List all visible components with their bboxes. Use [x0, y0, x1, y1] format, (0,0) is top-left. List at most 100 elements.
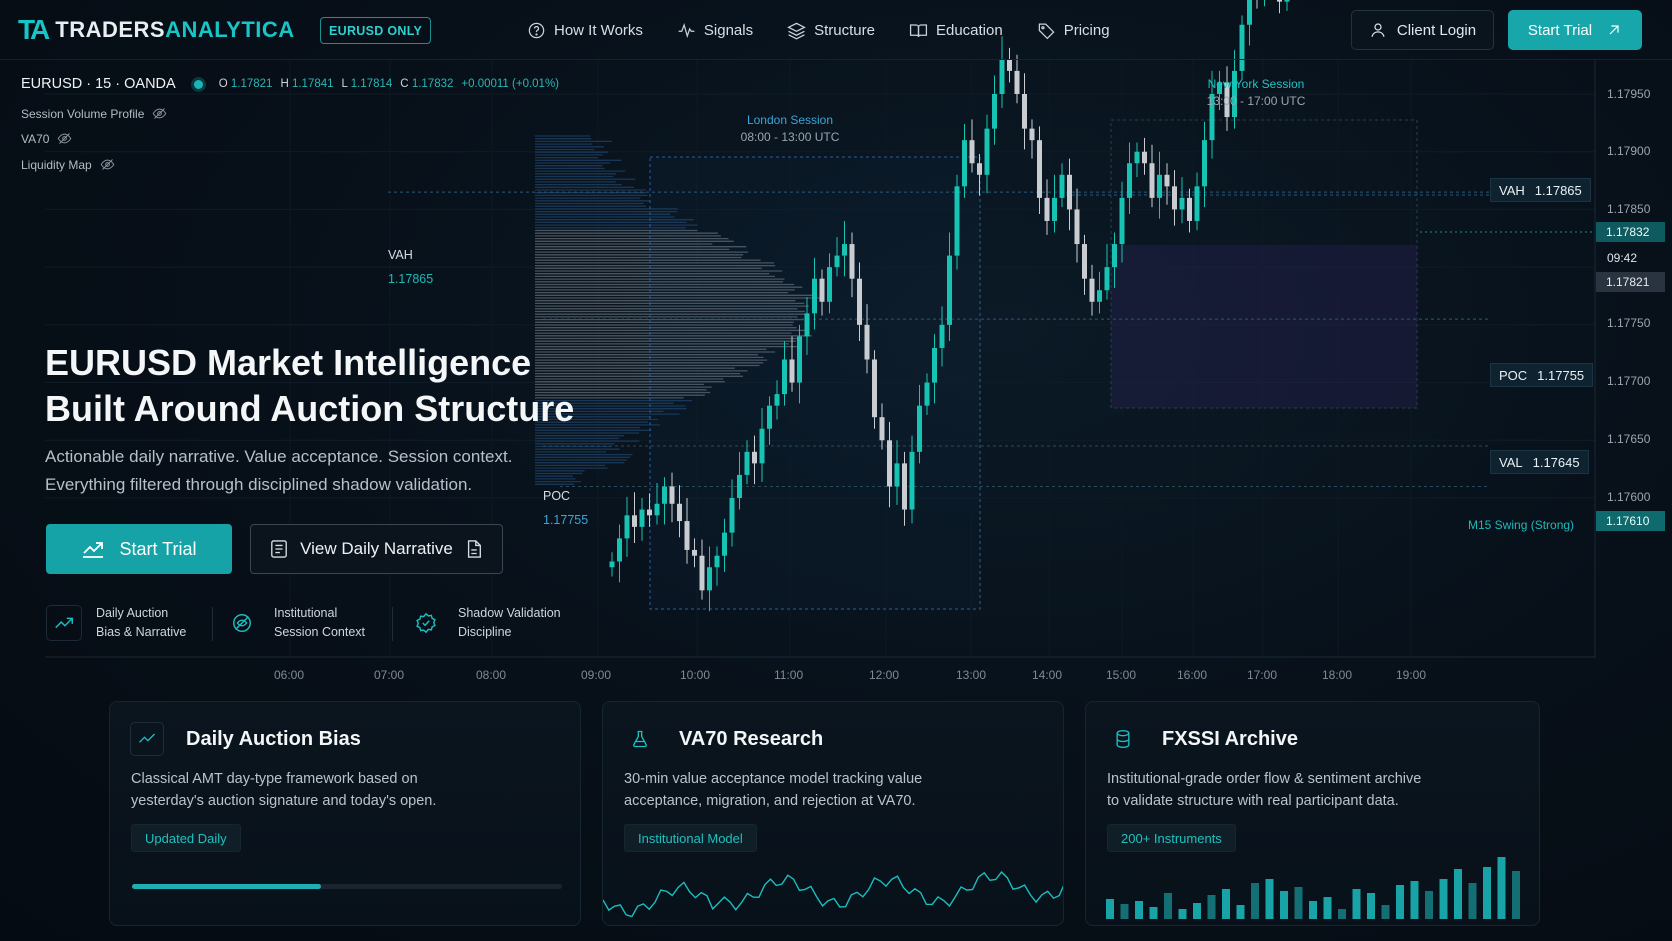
candle-body [1120, 198, 1125, 244]
archive-bar [1193, 903, 1201, 919]
ny-value-area [1111, 245, 1417, 408]
candle-body [655, 504, 660, 516]
val-tag: VAL 1.17645 [1490, 450, 1589, 474]
y-tick: 1.17950 [1607, 87, 1650, 101]
candle-body [887, 440, 892, 486]
start-trial-nav-button[interactable]: Start Trial [1508, 10, 1642, 50]
card-title: VA70 Research [679, 728, 823, 751]
archive-bar [1440, 879, 1448, 919]
candle-body [1097, 290, 1102, 302]
view-daily-narrative-button[interactable]: View Daily Narrative [250, 524, 503, 574]
candle-body [857, 279, 862, 325]
symbol-header: EURUSD · 15 · OANDA O 1.17821 H 1.17841 … [21, 76, 559, 92]
book-icon [909, 21, 928, 40]
nav-pricing[interactable]: Pricing [1037, 21, 1110, 40]
live-indicator-dot [194, 80, 203, 89]
candle-body [1067, 175, 1072, 210]
hero-subtitle: Actionable daily narrative. Value accept… [45, 443, 575, 499]
candle-body [752, 452, 757, 464]
indicator-va70[interactable]: VA70 [21, 131, 72, 146]
candle-body [685, 521, 690, 550]
candle-body [790, 359, 795, 382]
archive-bar [1150, 907, 1158, 919]
card-va70-research[interactable]: VA70 Research 30-min value acceptance mo… [602, 701, 1064, 926]
candle-body [737, 475, 742, 498]
nav-signals[interactable]: Signals [677, 21, 753, 40]
user-icon [1369, 21, 1387, 39]
candle-body [1045, 198, 1050, 221]
archive-bar [1324, 897, 1332, 919]
feature-session-context: Institutional Session Context [224, 604, 365, 642]
candle-body [992, 94, 997, 129]
card-fxssi-archive[interactable]: FXSSI Archive Institutional-grade order … [1085, 701, 1540, 926]
indicator-liquidity-map[interactable]: Liquidity Map [21, 157, 115, 172]
va70-sparkline [603, 872, 1064, 917]
candle-body [812, 279, 817, 314]
brand-logo[interactable]: TA TRADERSANALYTICA [18, 14, 295, 46]
x-tick: 18:00 [1322, 668, 1352, 682]
nav-education[interactable]: Education [909, 21, 1003, 40]
candle-body [647, 510, 652, 516]
nav-how-it-works[interactable]: How It Works [527, 21, 643, 40]
candle-body [670, 486, 675, 503]
symbol-name[interactable]: EURUSD · 15 · OANDA [21, 76, 176, 92]
candle-body [805, 313, 810, 336]
candle-body [1030, 129, 1035, 141]
candle-body [1037, 140, 1042, 198]
candle-body [955, 186, 960, 255]
swing-price-tag: 1.17610 [1596, 511, 1665, 531]
candle-body [1090, 279, 1095, 302]
eye-off-icon[interactable] [152, 106, 167, 121]
client-login-button[interactable]: Client Login [1351, 10, 1494, 50]
candle-body [820, 279, 825, 302]
new-york-session-label: New York Session 13:00 - 17:00 UTC [1186, 76, 1326, 110]
eye-off-icon[interactable] [100, 157, 115, 172]
candle-body [1105, 267, 1110, 290]
candle-body [782, 359, 787, 394]
candle-countdown: 09:42 [1607, 251, 1637, 265]
archive-bar [1483, 867, 1491, 919]
candle-body [662, 486, 667, 503]
archive-bar [1121, 904, 1129, 919]
candle-body [1127, 163, 1132, 198]
candle-body [1015, 71, 1020, 94]
card-title: FXSSI Archive [1162, 728, 1298, 751]
start-trial-button[interactable]: Start Trial [46, 524, 232, 574]
candle-body [715, 556, 720, 568]
candle-body [692, 550, 697, 556]
archive-bar [1208, 895, 1216, 919]
document-icon [270, 539, 288, 559]
x-tick: 17:00 [1247, 668, 1277, 682]
candle-body [1060, 175, 1065, 198]
y-tick: 1.17650 [1607, 432, 1650, 446]
candle-body [1075, 209, 1080, 244]
y-tick: 1.17900 [1607, 144, 1650, 158]
candle-body [1150, 163, 1155, 198]
archive-bar [1353, 889, 1361, 919]
flask-icon [630, 729, 650, 749]
candle-body [625, 515, 630, 538]
candle-body [1195, 186, 1200, 221]
candle-body [760, 429, 765, 464]
archive-bar [1135, 901, 1143, 919]
chart-trend-icon [81, 537, 105, 561]
archive-bar [1179, 909, 1187, 919]
main-menu: How It Works Signals Structure Education… [527, 0, 1144, 60]
eye-off-icon[interactable] [57, 131, 72, 146]
london-session-box [650, 157, 980, 609]
x-tick: 14:00 [1032, 668, 1062, 682]
x-tick: 13:00 [956, 668, 986, 682]
nav-structure[interactable]: Structure [787, 21, 875, 40]
arrow-up-right-icon [1606, 22, 1622, 38]
candle-body [1000, 59, 1005, 94]
logo-mark: TA [18, 14, 47, 46]
card-daily-auction-bias[interactable]: Daily Auction Bias Classical AMT day-typ… [109, 701, 581, 926]
candle-body [947, 256, 952, 325]
archive-bar [1411, 881, 1419, 919]
indicator-session-volume-profile[interactable]: Session Volume Profile [21, 106, 167, 121]
x-tick: 10:00 [680, 668, 710, 682]
bar-sparkline [1086, 837, 1540, 926]
candle-body [910, 452, 915, 510]
file-icon [465, 539, 483, 559]
archive-bar [1469, 883, 1477, 919]
